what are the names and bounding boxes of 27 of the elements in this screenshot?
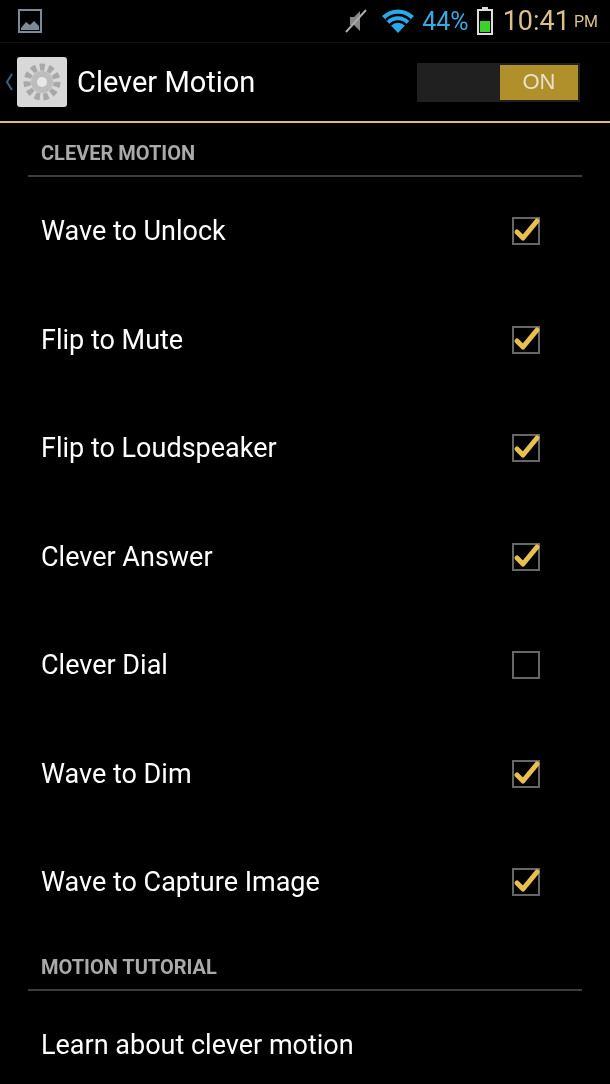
screen-title: Clever Motion <box>77 65 256 99</box>
checkbox[interactable] <box>512 868 540 897</box>
picture-icon <box>18 9 42 33</box>
checkbox[interactable] <box>512 542 540 571</box>
gear-icon <box>17 57 67 107</box>
checkbox[interactable] <box>512 651 540 680</box>
setting-label[interactable]: Clever Dial <box>41 649 512 682</box>
checkbox[interactable] <box>512 434 540 463</box>
back-caret-icon[interactable] <box>4 72 14 92</box>
setting-label[interactable]: Wave to Capture Image <box>41 866 512 899</box>
clock-time: 10:41 <box>502 5 570 37</box>
setting-label[interactable]: Wave to Unlock <box>41 215 512 248</box>
clock-period: PM <box>573 11 598 31</box>
mute-icon <box>344 8 369 34</box>
section-header: MOTION TUTORIAL <box>41 954 218 981</box>
checkbox[interactable] <box>512 759 540 788</box>
setting-label[interactable]: Flip to Loudspeaker <box>41 432 512 465</box>
setting-label[interactable]: Clever Answer <box>41 540 512 573</box>
wifi-icon <box>380 7 417 35</box>
setting-label[interactable]: Flip to Mute <box>41 323 512 356</box>
battery-icon <box>476 7 493 35</box>
battery-percent: 44% <box>422 6 469 36</box>
section-header: CLEVER MOTION <box>41 141 197 167</box>
checkbox[interactable] <box>512 217 540 246</box>
checkbox[interactable] <box>512 325 540 354</box>
setting-link[interactable]: Learn about clever motion <box>41 1028 540 1061</box>
setting-label[interactable]: Wave to Dim <box>41 757 512 790</box>
